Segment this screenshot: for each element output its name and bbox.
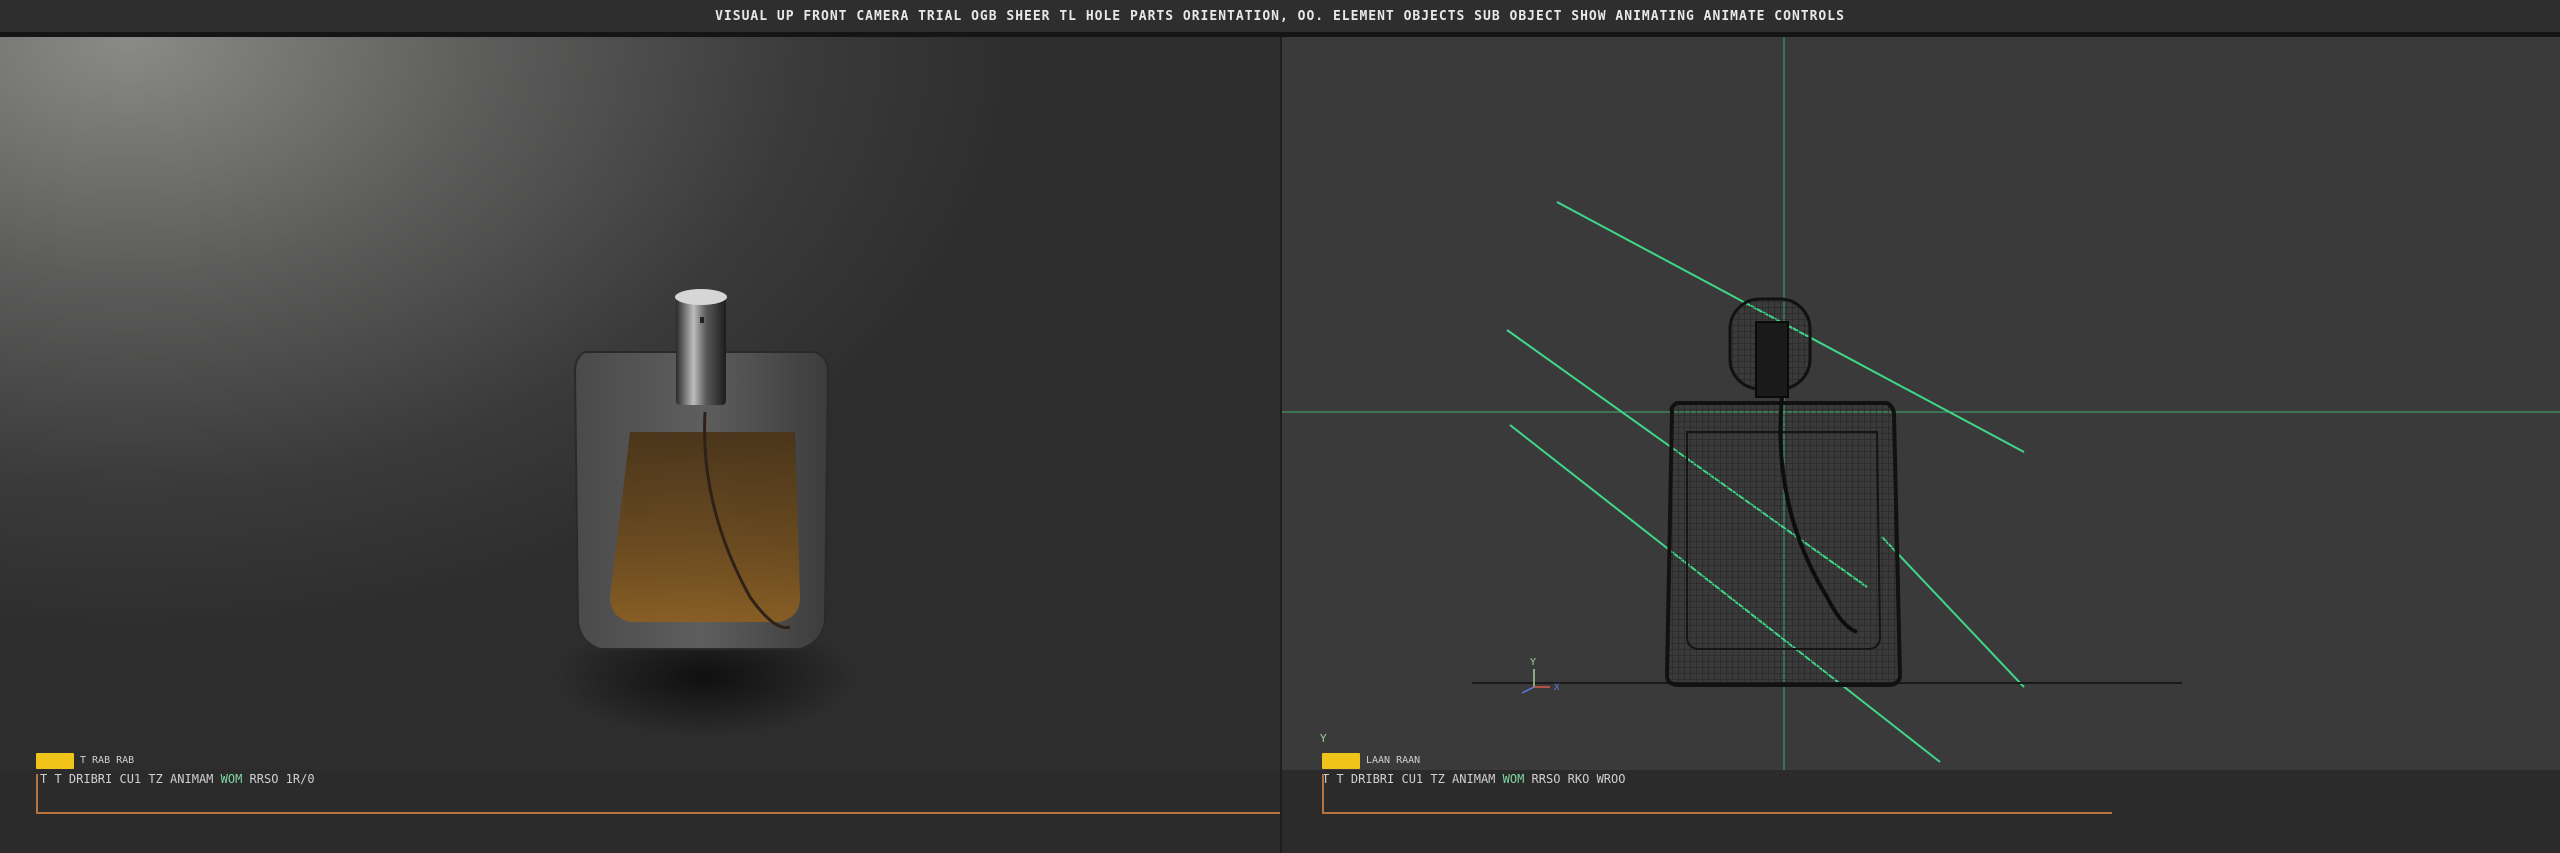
timeline-right[interactable]: T T DRIBRI CU1 TZ ANIMAM WOM RRSO RKO WR… xyxy=(1282,770,2560,853)
perfume-bottle-wireframe: Y X xyxy=(1282,37,2560,770)
timeline-readout: T T DRIBRI CU1 TZ ANIMAM WOM RRSO 1R/0 xyxy=(40,772,315,786)
timeline-track[interactable] xyxy=(36,812,1280,814)
timeline-start-marker[interactable] xyxy=(1322,774,1324,814)
key-indicator[interactable] xyxy=(1322,753,1360,769)
key-indicator[interactable] xyxy=(36,753,74,769)
timeline-track[interactable] xyxy=(1322,812,2112,814)
window-title: VISUAL UP FRONT CAMERA TRIAL OGB SHEER T… xyxy=(715,8,1845,24)
timeline-left[interactable]: T T DRIBRI CU1 TZ ANIMAM WOM RRSO 1R/0 xyxy=(0,770,1280,853)
svg-text:Y: Y xyxy=(1530,657,1536,668)
timeline-start-marker[interactable] xyxy=(36,774,38,814)
svg-text:X: X xyxy=(1554,683,1560,693)
viewport-rendered[interactable]: T RAB RAB xyxy=(0,37,1280,770)
viewport-wireframe[interactable]: Y X Y LAAN RAAN xyxy=(1282,37,2560,770)
axis-gizmo-icon: Y X xyxy=(1521,657,1560,694)
axis-label-y: Y xyxy=(1320,732,1327,745)
perfume-bottle-render xyxy=(555,289,855,737)
title-bar: VISUAL UP FRONT CAMERA TRIAL OGB SHEER T… xyxy=(0,0,2560,37)
timeline-readout: T T DRIBRI CU1 TZ ANIMAM WOM RRSO RKO WR… xyxy=(1322,772,1626,786)
key-label: T RAB RAB xyxy=(80,755,135,766)
key-label: LAAN RAAN xyxy=(1366,755,1421,766)
